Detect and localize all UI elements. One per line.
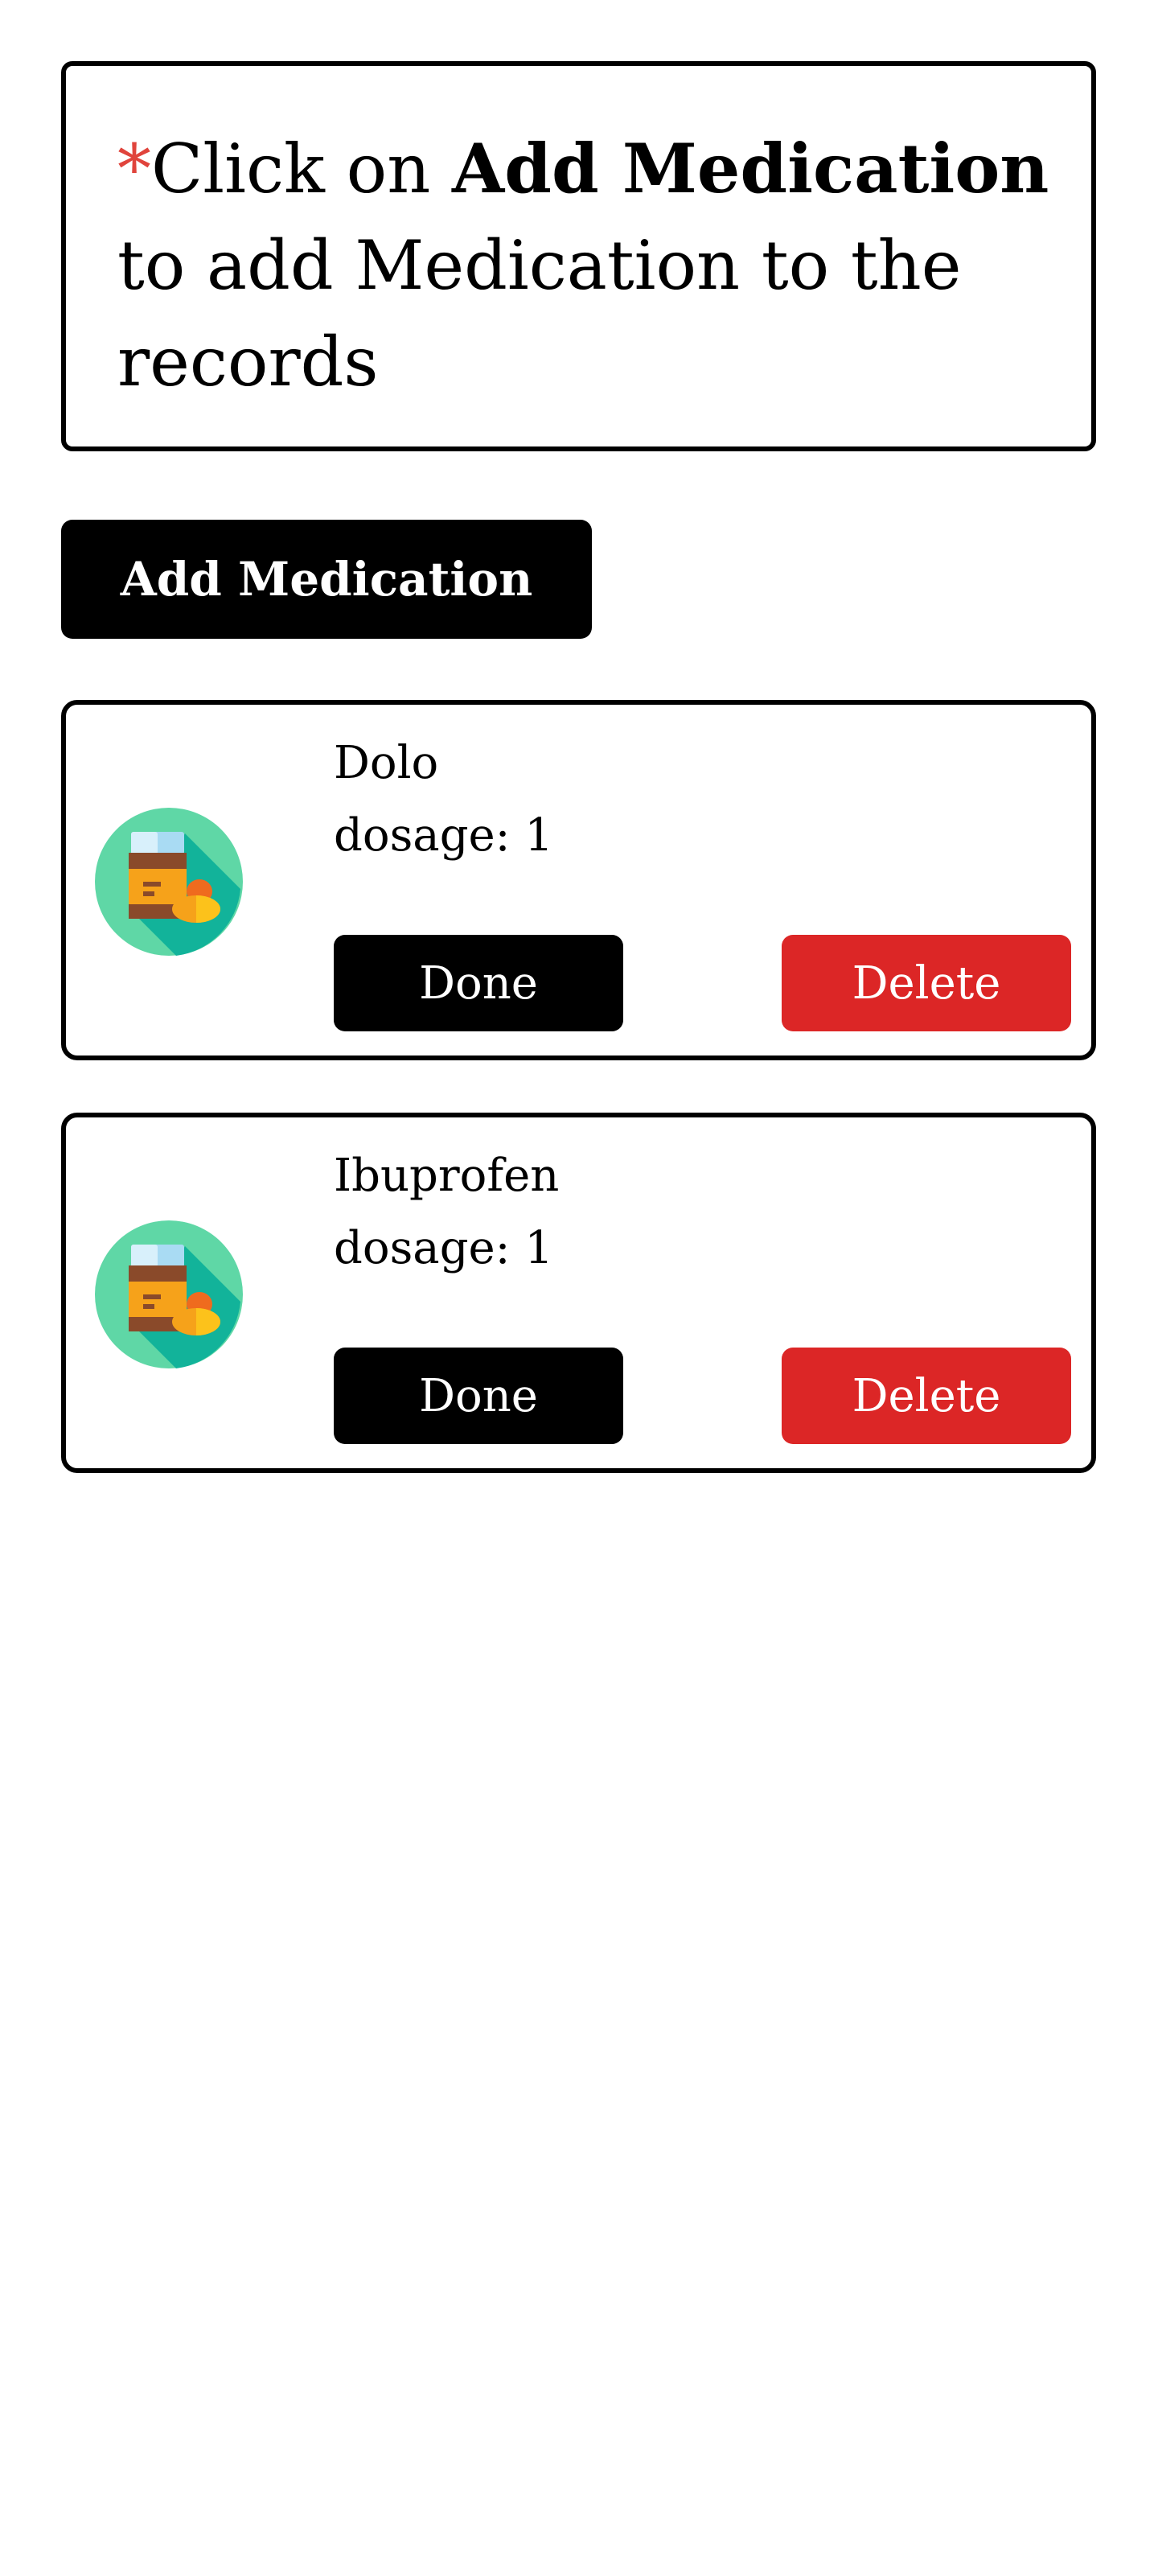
- instruction-suffix: to add Medication to the records: [117, 226, 962, 401]
- medication-name: Dolo: [334, 737, 439, 789]
- instruction-panel: *Click on Add Medication to add Medicati…: [61, 61, 1096, 451]
- medication-card: Ibuprofen dosage: 1 Done Delete: [61, 1113, 1096, 1473]
- medicine-bottle-icon: [95, 808, 243, 956]
- medication-card: Dolo dosage: 1 Done Delete: [61, 700, 1096, 1060]
- done-button[interactable]: Done: [334, 935, 623, 1031]
- medication-name: Ibuprofen: [334, 1150, 560, 1202]
- medicine-bottle-icon: [95, 1220, 243, 1368]
- add-medication-button[interactable]: Add Medication: [61, 520, 592, 639]
- done-button[interactable]: Done: [334, 1348, 623, 1444]
- instruction-text: *Click on Add Medication to add Medicati…: [117, 121, 1058, 410]
- instruction-prefix: Click on: [151, 130, 453, 208]
- delete-button[interactable]: Delete: [782, 935, 1071, 1031]
- required-asterisk: *: [117, 130, 151, 208]
- delete-button[interactable]: Delete: [782, 1348, 1071, 1444]
- instruction-emphasis: Add Medication: [452, 129, 1049, 208]
- medication-dosage: dosage: 1: [334, 1222, 553, 1274]
- medication-dosage: dosage: 1: [334, 809, 553, 862]
